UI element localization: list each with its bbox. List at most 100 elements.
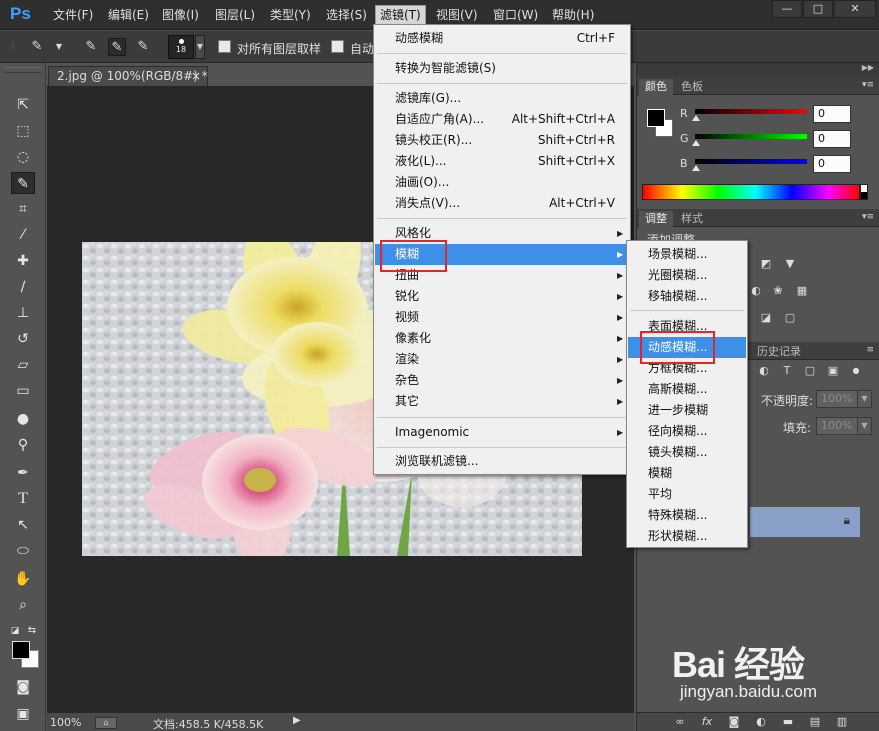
quick-selection-tool-icon[interactable]: ✎ <box>11 172 35 194</box>
new-layer-icon[interactable]: ▤ <box>808 715 822 729</box>
channel-mixer-icon[interactable]: ❀ <box>771 284 785 298</box>
zoom-level[interactable]: 100% <box>50 716 81 729</box>
submenu-item-smart-blur[interactable]: 特殊模糊... <box>628 505 746 526</box>
link-layers-icon[interactable]: ∞ <box>673 715 687 729</box>
menu-item-lens-correction[interactable]: 镜头校正(R)... Shift+Ctrl+R <box>375 130 629 151</box>
submenu-item-iris-blur[interactable]: 光圈模糊... <box>628 265 746 286</box>
screen-mode-icon[interactable]: ▣ <box>11 703 35 725</box>
minimize-button[interactable]: — <box>772 0 802 18</box>
subtract-selection-brush-icon[interactable]: ✎ <box>134 38 152 56</box>
menu-image[interactable]: 图像(I) <box>158 6 203 24</box>
menu-item-adaptive-wide-angle[interactable]: 自适应广角(A)... Alt+Shift+Ctrl+A <box>375 109 629 130</box>
zoom-tool-icon[interactable]: ⌕ <box>11 594 35 616</box>
blue-slider[interactable] <box>695 159 807 164</box>
menu-item-render[interactable]: 渲染 ▶ <box>375 349 629 370</box>
clone-stamp-tool-icon[interactable]: ⊥ <box>11 302 35 324</box>
triangle-adjust-icon[interactable]: ▼ <box>783 257 797 271</box>
lasso-tool-icon[interactable]: ◌ <box>11 146 35 168</box>
marquee-tool-icon[interactable]: ⬚ <box>11 120 35 142</box>
filter-adjust-icon[interactable]: ◐ <box>757 364 771 378</box>
adjust-panel-menu-icon[interactable]: ▾≡ <box>862 212 874 222</box>
menu-file[interactable]: 文件(F) <box>49 6 97 24</box>
fx-icon[interactable]: fx <box>700 715 714 729</box>
posterize-icon[interactable]: ▢ <box>783 311 797 325</box>
dodge-tool-icon[interactable]: ⚲ <box>11 434 35 456</box>
new-selection-brush-icon[interactable]: ✎ <box>82 38 100 56</box>
menu-item-convert-smart-filter[interactable]: 转换为智能滤镜(S) <box>375 58 629 79</box>
menu-type[interactable]: 类型(Y) <box>266 6 315 24</box>
red-slider[interactable] <box>695 109 807 114</box>
menu-item-oil-paint[interactable]: 油画(O)... <box>375 172 629 193</box>
blur-tool-icon[interactable]: ● <box>11 408 35 430</box>
menu-item-imagenomic[interactable]: Imagenomic ▶ <box>375 422 629 443</box>
black-white-swatch[interactable] <box>860 184 868 200</box>
default-colors-icon[interactable]: ◪ <box>8 620 22 642</box>
pen-tool-icon[interactable]: ✒ <box>11 462 35 484</box>
close-button[interactable]: ✕ <box>834 0 876 18</box>
eyedropper-tool-icon[interactable]: ⁄ <box>11 224 35 246</box>
tab-color[interactable]: 颜色 <box>639 79 673 95</box>
history-brush-tool-icon[interactable]: ↺ <box>11 328 35 350</box>
submenu-item-surface-blur[interactable]: 表面模糊... <box>628 316 746 337</box>
menu-item-sharpen[interactable]: 锐化 ▶ <box>375 286 629 307</box>
tab-styles[interactable]: 样式 <box>675 211 709 227</box>
chevron-down-icon[interactable]: ▼ <box>50 38 68 56</box>
type-tool-icon[interactable]: T <box>11 488 35 510</box>
submenu-item-box-blur[interactable]: 方框模糊... <box>628 358 746 379</box>
swap-colors-icon[interactable]: ⇆ <box>25 620 39 642</box>
menu-item-browse-filters-online[interactable]: 浏览联机滤镜... <box>375 451 629 472</box>
brush-preset-icon[interactable]: ✎ <box>28 38 46 56</box>
status-mini-icon[interactable]: ⌂ <box>95 717 117 729</box>
filter-shape-icon[interactable]: ▢ <box>803 364 817 378</box>
ellipse-tool-icon[interactable]: ⬭ <box>11 540 35 562</box>
opacity-dropdown[interactable]: ▼ <box>857 390 872 408</box>
submenu-item-motion-blur[interactable]: 动感模糊... <box>628 337 746 358</box>
green-slider-knob[interactable] <box>692 140 700 146</box>
fill-input[interactable]: 100% <box>816 417 860 435</box>
submenu-item-blur-more[interactable]: 进一步模糊 <box>628 400 746 421</box>
tab-swatches[interactable]: 色板 <box>675 79 709 95</box>
menu-item-vanishing-point[interactable]: 消失点(V)... Alt+Ctrl+V <box>375 193 629 214</box>
brush-tool-icon[interactable]: ∕ <box>11 276 35 298</box>
filter-smart-icon[interactable]: ▣ <box>826 364 840 378</box>
brush-size-picker[interactable]: 18 <box>168 35 194 59</box>
document-tab[interactable]: 2.jpg @ 100%(RGB/8#) * × <box>48 66 208 86</box>
color-panel-menu-icon[interactable]: ▾≡ <box>862 80 874 90</box>
submenu-item-field-blur[interactable]: 场景模糊... <box>628 244 746 265</box>
menu-view[interactable]: 视图(V) <box>432 6 482 24</box>
menu-item-filter-gallery[interactable]: 滤镜库(G)... <box>375 88 629 109</box>
new-adjustment-layer-icon[interactable]: ◐ <box>754 715 768 729</box>
submenu-item-tilt-shift[interactable]: 移轴模糊... <box>628 286 746 307</box>
menu-item-other[interactable]: 其它 ▶ <box>375 391 629 412</box>
submenu-item-radial-blur[interactable]: 径向模糊... <box>628 421 746 442</box>
menu-window[interactable]: 窗口(W) <box>489 6 542 24</box>
auto-enhance-checkbox[interactable] <box>331 40 344 53</box>
menu-item-last-filter[interactable]: 动感模糊 Ctrl+F <box>375 28 629 49</box>
hand-tool-icon[interactable]: ✋ <box>11 568 35 590</box>
submenu-item-blur[interactable]: 模糊 <box>628 463 746 484</box>
blue-slider-knob[interactable] <box>692 165 700 171</box>
brush-size-dropdown[interactable]: ▼ <box>195 35 205 59</box>
submenu-item-gaussian-blur[interactable]: 高斯模糊... <box>628 379 746 400</box>
close-tab-icon[interactable]: × <box>191 67 201 86</box>
menu-item-pixelate[interactable]: 像素化 ▶ <box>375 328 629 349</box>
fill-dropdown[interactable]: ▼ <box>857 417 872 435</box>
menu-item-stylize[interactable]: 风格化 ▶ <box>375 223 629 244</box>
add-mask-icon[interactable]: ◙ <box>727 715 741 729</box>
photo-filter-icon[interactable]: ◐ <box>749 284 763 298</box>
background-layer-row[interactable]: 🔒︎ <box>750 507 860 537</box>
path-selection-tool-icon[interactable]: ↖ <box>11 514 35 536</box>
invert-icon[interactable]: ◪ <box>759 311 773 325</box>
menu-item-blur[interactable]: 模糊 ▶ <box>375 244 629 265</box>
status-menu-arrow-icon[interactable]: ▶ <box>293 715 301 726</box>
menu-edit[interactable]: 编辑(E) <box>104 6 153 24</box>
quick-mask-icon[interactable]: ◙ <box>11 676 35 698</box>
menu-layer[interactable]: 图层(L) <box>211 6 259 24</box>
eraser-tool-icon[interactable]: ▱ <box>11 354 35 376</box>
add-to-selection-brush-icon[interactable]: ✎ <box>108 38 126 56</box>
delete-layer-icon[interactable]: ▥ <box>835 715 849 729</box>
foreground-color-swatch[interactable] <box>12 641 30 659</box>
menu-help[interactable]: 帮助(H) <box>548 6 598 24</box>
menu-item-liquify[interactable]: 液化(L)... Shift+Ctrl+X <box>375 151 629 172</box>
green-value-input[interactable]: 0 <box>813 130 851 148</box>
